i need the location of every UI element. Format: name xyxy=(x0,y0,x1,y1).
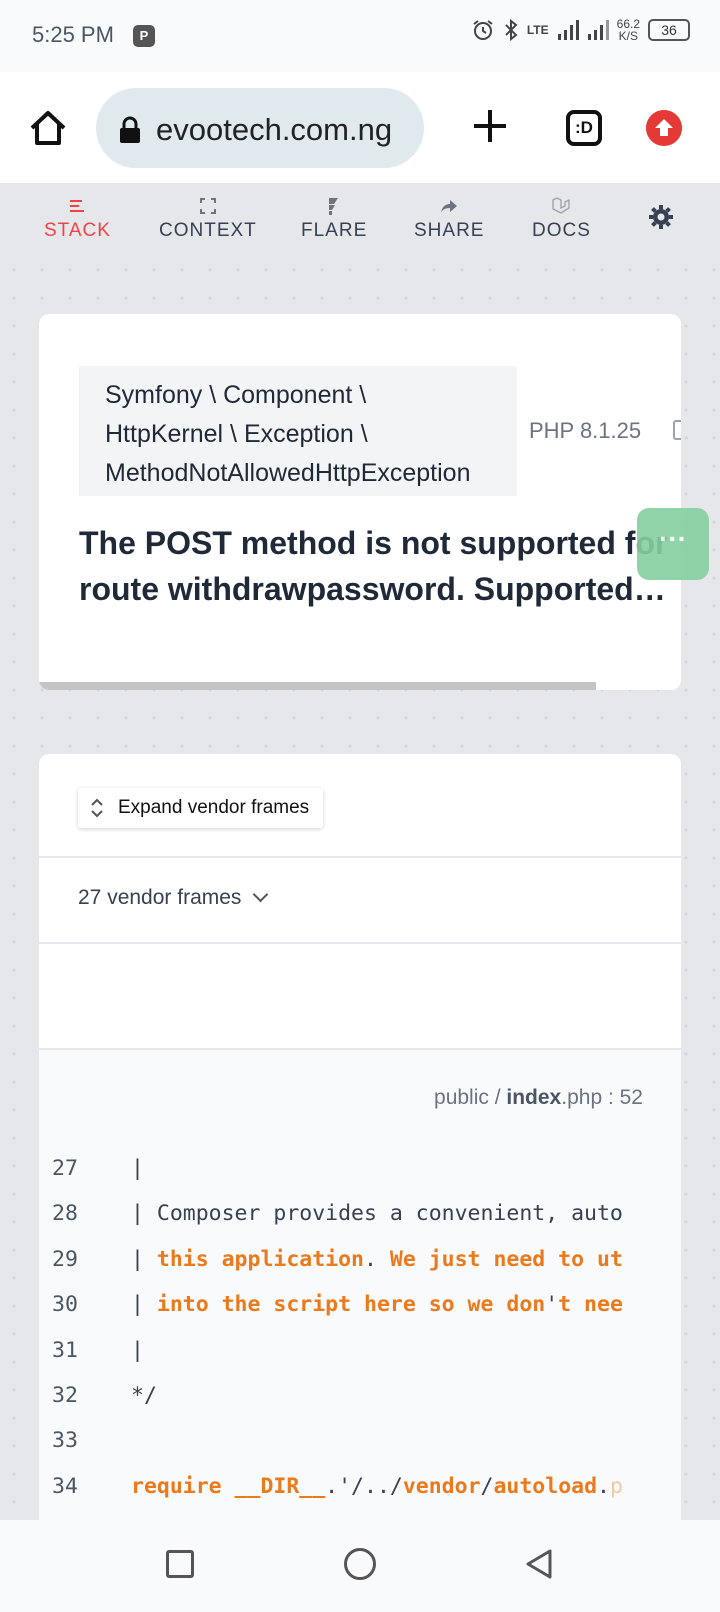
gear-icon[interactable] xyxy=(648,204,674,230)
laravel-icon xyxy=(552,197,571,214)
line-number: 27 xyxy=(52,1156,78,1181)
tab-docs[interactable]: DOCS xyxy=(532,196,591,242)
signal-icon-2 xyxy=(587,20,609,40)
line-number: 30 xyxy=(52,1292,78,1318)
code-lines: 27 | 28 | Composer provides a convenient, a… xyxy=(39,1146,681,1509)
horizontal-scrollbar[interactable] xyxy=(39,682,596,690)
network-speed: 66.2 K/S xyxy=(616,17,640,43)
signal-icon xyxy=(557,20,579,40)
php-version: PHP 8.1.25 xyxy=(529,418,642,443)
battery-indicator: 36 xyxy=(648,19,690,41)
code-line: 34 require __DIR__.'/../vendor/autoload.p xyxy=(39,1464,681,1509)
share-icon xyxy=(441,200,458,213)
home-nav-icon[interactable] xyxy=(344,1548,376,1580)
code-text: | this application. We just need to ut xyxy=(131,1246,623,1272)
code-text: require __DIR__.'/../vendor/autoload.p xyxy=(131,1473,623,1499)
tabs-button[interactable]: :D xyxy=(566,110,602,146)
code-text: | xyxy=(131,1156,144,1181)
line-number: 29 xyxy=(52,1246,78,1272)
lte-indicator: LTE xyxy=(526,23,549,37)
alarm-icon xyxy=(473,20,493,40)
code-line: 29 | this application. We just need to ut xyxy=(39,1237,681,1282)
stack-trace-card: Expand vendor frames 27 vendor frames pu… xyxy=(39,754,681,1520)
error-page-tabs: STACK CONTEXT FLARE SHARE DOCS xyxy=(0,186,720,256)
status-bar: 5:25 PM P LTE 66.2 K/S 36 xyxy=(0,0,720,72)
line-number: 28 xyxy=(52,1201,78,1227)
line-number: 31 xyxy=(52,1337,78,1363)
system-nav-bar xyxy=(0,1520,720,1612)
code-line: 27 | xyxy=(39,1146,681,1191)
tab-share[interactable]: SHARE xyxy=(414,196,484,242)
address-bar[interactable]: evootech.com.ng xyxy=(96,88,424,168)
code-line: 28 | Composer provides a convenient, auto xyxy=(39,1191,681,1236)
expand-vendor-frames-button[interactable]: Expand vendor frames xyxy=(78,788,324,828)
line-number: 32 xyxy=(52,1382,78,1408)
line-number: 34 xyxy=(52,1473,78,1499)
file-path[interactable]: public / index.php : 52 xyxy=(434,1086,643,1110)
code-snippet: public / index.php : 52 27 | 28 | Composer … xyxy=(39,1050,681,1520)
code-text: */ xyxy=(131,1382,157,1408)
code-text: | xyxy=(131,1337,144,1363)
error-card: Symfony \ Component \ HttpKernel \ Excep… xyxy=(39,314,681,690)
vendor-frames-toggle[interactable]: 27 vendor frames xyxy=(78,886,269,910)
flare-icon xyxy=(329,198,339,215)
divider xyxy=(39,942,681,944)
notification-badge-icon: P xyxy=(133,25,155,47)
code-line: 30 | into the script here so we don't nee xyxy=(39,1282,681,1327)
back-icon[interactable] xyxy=(524,1548,556,1580)
chevron-up-down-icon xyxy=(91,798,103,818)
exception-message: The POST method is not supported for rou… xyxy=(79,525,668,607)
status-time: 5:25 PM xyxy=(32,22,114,47)
tab-flare[interactable]: FLARE xyxy=(301,196,367,242)
line-number: 33 xyxy=(52,1428,78,1454)
expand-icon xyxy=(199,198,216,214)
copy-icon[interactable] xyxy=(673,420,681,440)
divider xyxy=(39,856,681,858)
code-line: 31 | xyxy=(39,1328,681,1373)
tab-context[interactable]: CONTEXT xyxy=(159,196,257,242)
chevron-down-icon xyxy=(253,886,269,903)
stack-icon xyxy=(70,200,85,212)
tab-stack[interactable]: STACK xyxy=(44,196,111,242)
update-icon[interactable] xyxy=(646,110,682,146)
status-icons: LTE 66.2 K/S 36 xyxy=(471,18,690,42)
more-options-button[interactable]: ··· xyxy=(637,508,709,580)
code-text: | into the script here so we don't nee xyxy=(131,1292,623,1318)
new-tab-icon[interactable] xyxy=(470,106,510,146)
code-line: 33 xyxy=(39,1418,681,1463)
code-line: 32 */ xyxy=(39,1373,681,1418)
recents-icon[interactable] xyxy=(166,1550,194,1578)
code-text: | Composer provides a convenient, auto xyxy=(131,1201,623,1227)
url-text[interactable]: evootech.com.ng xyxy=(156,112,392,148)
home-icon[interactable] xyxy=(28,108,68,148)
bluetooth-icon xyxy=(505,18,518,42)
lock-icon xyxy=(120,116,140,143)
browser-toolbar: evootech.com.ng :D xyxy=(0,72,720,184)
exception-class[interactable]: Symfony \ Component \ HttpKernel \ Excep… xyxy=(79,366,517,496)
